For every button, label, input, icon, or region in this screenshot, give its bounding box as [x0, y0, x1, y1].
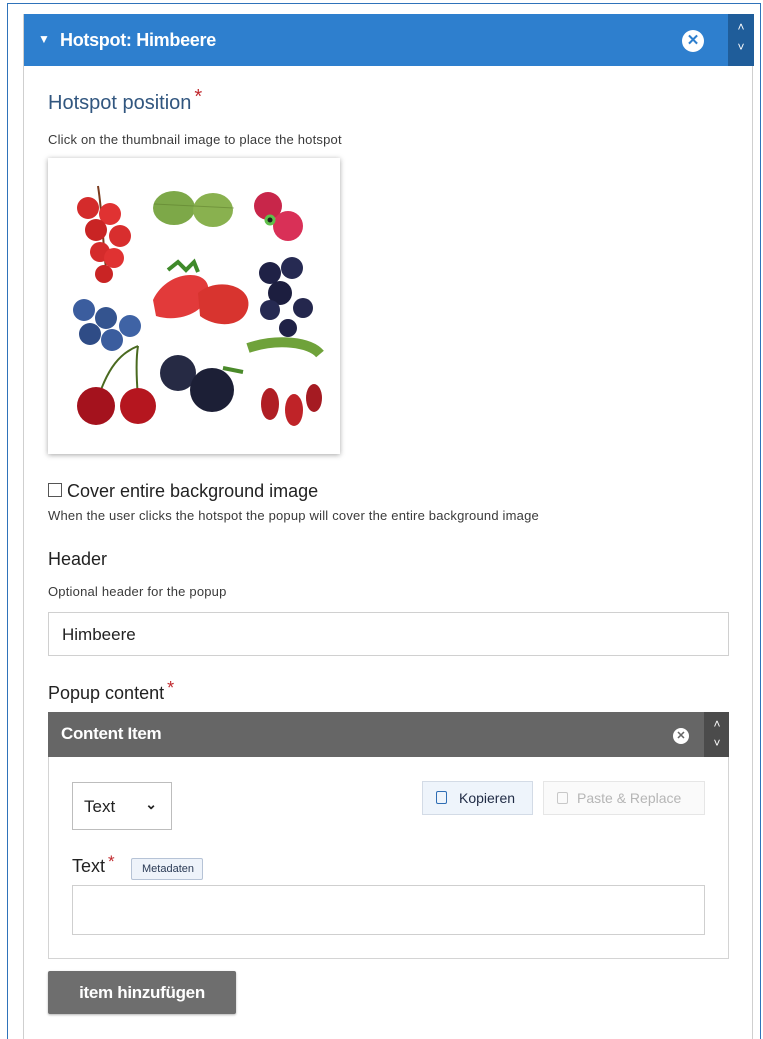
hotspot-title: Hotspot: Himbeere [60, 30, 216, 50]
item-reorder-controls[interactable]: ˄ ˅ [704, 712, 729, 757]
strawberry-icon [153, 258, 249, 325]
content-item-body: Text ⌄ Kopieren Paste & Replace Text * Me… [48, 757, 729, 959]
text-field-label-text: Text [72, 856, 106, 876]
hotspot-position-label-text: Hotspot position [48, 92, 192, 114]
copy-button[interactable]: Kopieren [422, 781, 533, 815]
barberry-icon [246, 337, 324, 426]
move-down-icon[interactable]: ˅ [728, 40, 754, 54]
blackcurrant-icon [259, 257, 313, 337]
move-up-icon[interactable]: ˄ [728, 20, 754, 34]
red-currant-icon [77, 185, 131, 283]
close-icon[interactable]: ✕ [682, 30, 704, 52]
content-item-header[interactable]: Content Item ✕ ˄ ˅ [48, 712, 729, 757]
hotspot-position-description: Click on the thumbnail image to place th… [48, 132, 342, 147]
popup-content-label-text: Popup content [48, 683, 165, 703]
remove-item-icon[interactable]: ✕ [673, 728, 689, 744]
copy-icon [436, 791, 447, 804]
paste-icon [557, 792, 568, 804]
collapse-caret-icon[interactable]: ▼ [38, 32, 50, 46]
move-down-icon[interactable]: ˅ [704, 736, 730, 750]
gooseberry-icon [153, 191, 235, 227]
move-up-icon[interactable]: ˄ [704, 717, 730, 731]
cover-background-label: Cover entire background image [67, 481, 319, 501]
header-input[interactable]: Himbeere [48, 612, 729, 656]
berries-illustration [73, 185, 324, 426]
text-field-label: Text * [72, 852, 115, 877]
header-field-description: Optional header for the popup [48, 584, 227, 599]
raspberry-icon [254, 192, 303, 241]
content-type-select[interactable]: Text ⌄ [72, 782, 172, 830]
add-item-button[interactable]: item hinzufügen [48, 971, 236, 1014]
berries-thumbnail-image[interactable] [48, 158, 340, 454]
text-input[interactable] [72, 885, 705, 935]
required-mark: * [108, 852, 115, 871]
content-item-title: Content Item [61, 724, 162, 743]
required-mark: * [194, 86, 203, 108]
paste-replace-button[interactable]: Paste & Replace [543, 781, 705, 815]
reorder-controls[interactable]: ˄ ˅ [728, 14, 754, 66]
content-type-value: Text [84, 797, 116, 816]
hotspot-panel: ▼ Hotspot: Himbeere ✕ ˄ ˅ Hotspot positi… [23, 14, 754, 1039]
header-field-label: Header [48, 549, 108, 569]
metadata-button[interactable]: Metadaten [131, 858, 203, 880]
blueberry-icon [73, 299, 141, 351]
popup-content-label: Popup content * [48, 678, 174, 704]
blackberry-icon [160, 355, 244, 412]
chevron-down-icon: ⌄ [145, 796, 157, 812]
copy-button-label: Kopieren [459, 790, 516, 806]
cover-background-checkbox[interactable] [48, 483, 62, 497]
cover-background-checkbox-row[interactable]: Cover entire background image [48, 481, 318, 502]
hotspot-position-label: Hotspot position * [48, 86, 202, 115]
required-mark: * [167, 678, 175, 698]
hotspot-header-bar[interactable]: ▼ Hotspot: Himbeere ✕ ˄ ˅ [24, 14, 754, 66]
paste-replace-label: Paste & Replace [577, 790, 682, 806]
cover-background-description: When the user clicks the hotspot the pop… [48, 508, 539, 523]
cherry-icon [77, 345, 156, 425]
